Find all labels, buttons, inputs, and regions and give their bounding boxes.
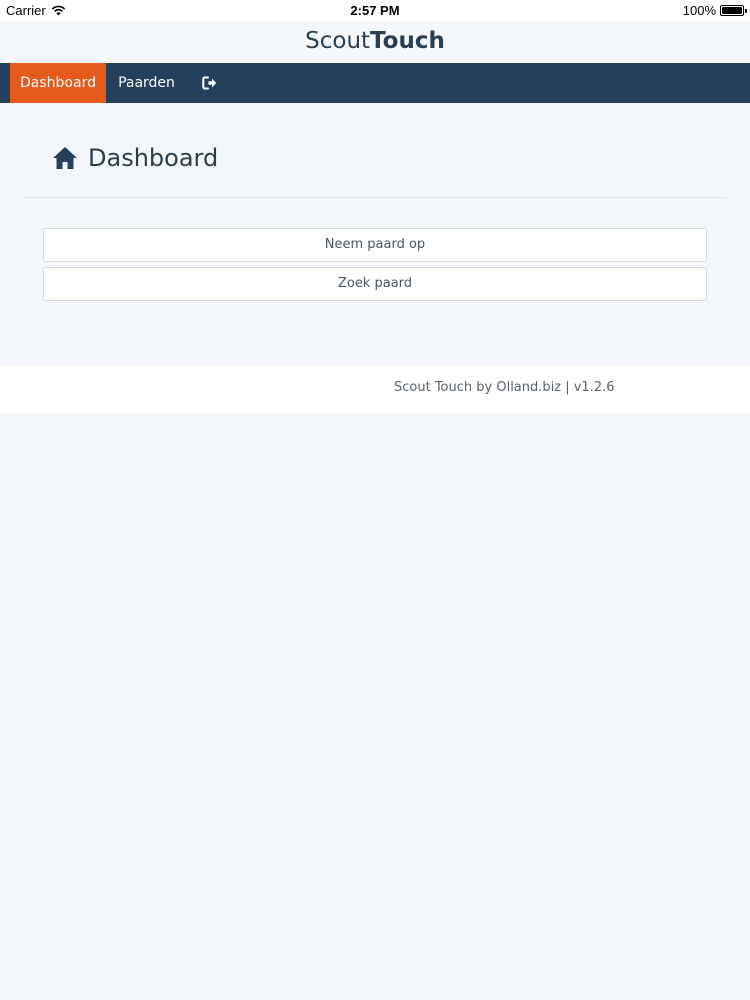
page-title: Dashboard bbox=[88, 144, 219, 172]
nav-item-dashboard[interactable]: Dashboard bbox=[10, 63, 106, 103]
footer: Scout Touch by Olland.biz | v1.2.6 bbox=[0, 365, 750, 413]
status-bar: Carrier 2:57 PM 100% bbox=[0, 0, 750, 21]
footer-text: Scout Touch by Olland.biz | v1.2.6 bbox=[394, 380, 615, 395]
battery-icon bbox=[720, 5, 747, 16]
home-icon bbox=[53, 147, 77, 169]
battery-group: 100% bbox=[682, 3, 747, 18]
battery-percent: 100% bbox=[682, 3, 716, 18]
header-divider bbox=[24, 197, 726, 198]
app-title: ScoutTouch bbox=[0, 21, 750, 63]
sign-out-icon bbox=[201, 76, 216, 90]
nav-item-paarden[interactable]: Paarden bbox=[106, 63, 187, 103]
clock: 2:57 PM bbox=[350, 3, 400, 18]
main-navbar: Dashboard Paarden bbox=[0, 63, 750, 103]
brand-scout: Scout bbox=[305, 28, 371, 54]
logout-button[interactable] bbox=[192, 63, 226, 103]
add-horse-button[interactable]: Neem paard op bbox=[43, 228, 707, 262]
search-horse-button[interactable]: Zoek paard bbox=[43, 267, 707, 301]
battery-fill bbox=[722, 7, 742, 14]
page-header: Dashboard bbox=[52, 138, 218, 178]
brand-touch: Touch bbox=[370, 28, 445, 54]
